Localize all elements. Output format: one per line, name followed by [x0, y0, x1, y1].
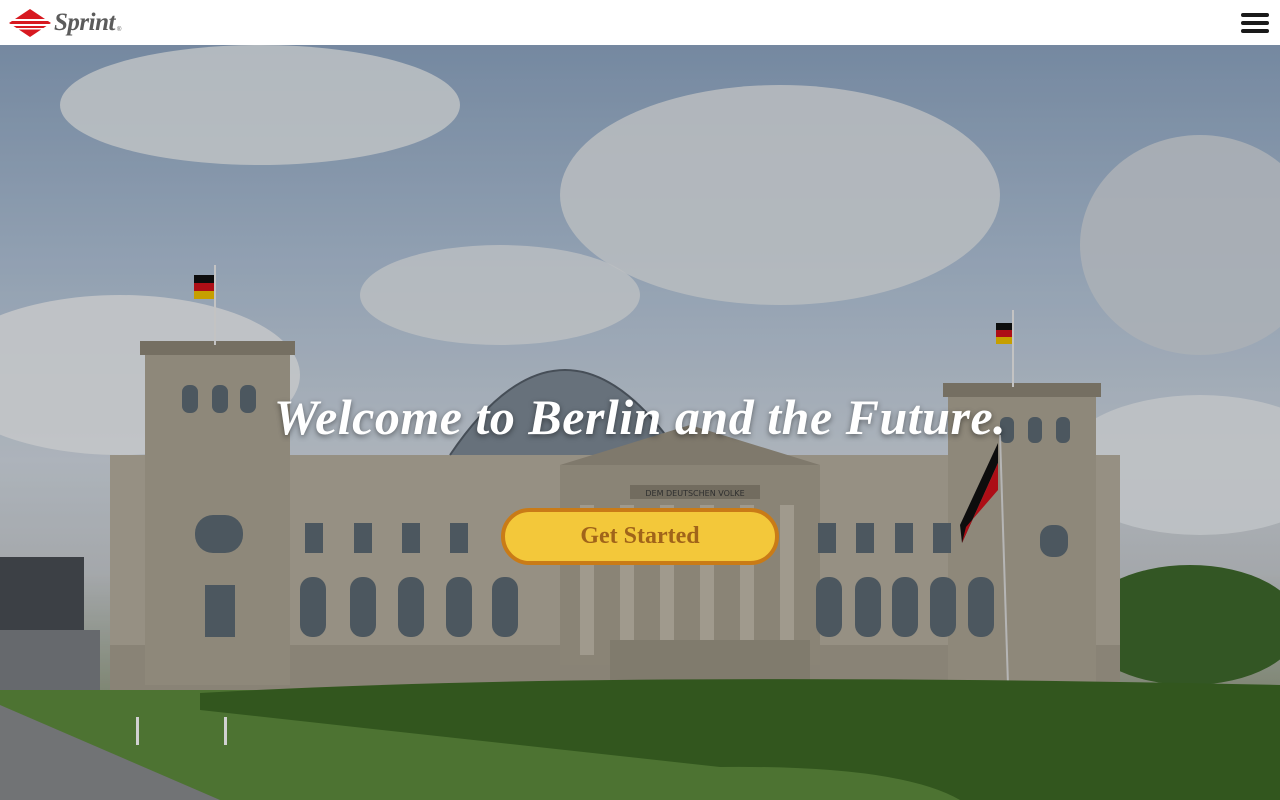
sprint-logo[interactable]: Sprint ® [8, 8, 121, 38]
sprint-logo-icon [8, 8, 52, 37]
menu-line [1241, 12, 1269, 17]
hero-headline: Welcome to Berlin and the Future. [273, 389, 1007, 445]
top-nav-bar: Sprint ® [0, 0, 1280, 45]
get-started-button[interactable]: Get Started [501, 508, 779, 565]
hamburger-menu-icon[interactable] [1238, 8, 1272, 38]
brand-name: Sprint [54, 9, 115, 36]
hero-section: DEM DEUTSCHEN VOLKE Welcome to Berlin an… [0, 45, 1280, 800]
registered-mark: ® [116, 26, 122, 33]
menu-line [1241, 20, 1269, 25]
menu-line [1241, 28, 1269, 33]
